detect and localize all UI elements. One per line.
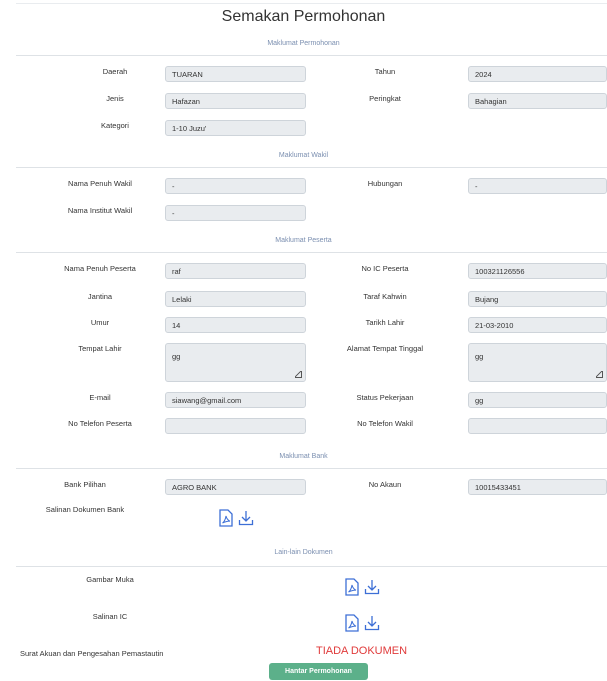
ic-peserta-field[interactable]: 100321126556: [468, 263, 607, 279]
section-title-peserta: Maklumat Peserta: [275, 237, 332, 244]
status-pekerjaan-label: Status Pekerjaan: [356, 393, 414, 402]
institut-wakil-field[interactable]: -: [165, 205, 306, 221]
nama-wakil-label: Nama Penuh Wakil: [68, 179, 132, 188]
pdf-file-icon[interactable]: [344, 578, 360, 596]
status-pekerjaan-field[interactable]: gg: [468, 392, 607, 408]
section-divider: [16, 566, 607, 567]
pdf-file-icon[interactable]: [344, 614, 360, 632]
pdf-file-icon[interactable]: [218, 509, 234, 527]
ic-peserta-label: No IC Peserta: [361, 264, 409, 273]
jantina-field[interactable]: Lelaki: [165, 291, 306, 307]
institut-wakil-label: Nama Institut Wakil: [67, 206, 133, 215]
bank-pilihan-field[interactable]: AGRO BANK: [165, 479, 306, 495]
tiada-dokumen-status: TIADA DOKUMEN: [316, 645, 408, 657]
peringkat-field[interactable]: Bahagian: [468, 93, 607, 109]
section-title-wakil: Maklumat Wakil: [278, 152, 329, 159]
peringkat-label: Peringkat: [369, 94, 401, 103]
gambar-muka-actions: [344, 578, 380, 596]
nama-wakil-field[interactable]: -: [165, 178, 306, 194]
section-title-bank: Maklumat Bank: [279, 453, 328, 460]
page-title: Semakan Permohonan: [221, 8, 386, 25]
kategori-field[interactable]: 1-10 Juzu': [165, 120, 306, 136]
umur-field[interactable]: 14: [165, 317, 306, 333]
section-divider: [16, 55, 607, 56]
jantina-label: Jantina: [87, 292, 113, 301]
gambar-muka-label: Gambar Muka: [86, 575, 134, 584]
telefon-peserta-field[interactable]: [165, 418, 306, 434]
nama-peserta-label: Nama Penuh Peserta: [64, 264, 136, 273]
umur-label: Umur: [90, 318, 110, 327]
jenis-label: Jenis: [106, 94, 124, 103]
salinan-ic-label: Salinan IC: [92, 612, 128, 621]
no-akaun-field[interactable]: 10015433451: [468, 479, 607, 495]
email-field[interactable]: siawang@gmail.com: [165, 392, 306, 408]
salinan-ic-actions: [344, 614, 380, 632]
tarikh-lahir-field[interactable]: 21-03-2010: [468, 317, 607, 333]
hubungan-field[interactable]: -: [468, 178, 607, 194]
section-title-permohonan: Maklumat Permohonan: [267, 40, 340, 47]
telefon-wakil-label: No Telefon Wakil: [357, 419, 413, 428]
taraf-kahwin-field[interactable]: Bujang: [468, 291, 607, 307]
tahun-field[interactable]: 2024: [468, 66, 607, 82]
download-icon[interactable]: [364, 614, 380, 632]
daerah-field[interactable]: TUARAN: [165, 66, 306, 82]
telefon-wakil-field[interactable]: [468, 418, 607, 434]
top-divider: [16, 3, 607, 4]
salinan-bank-label: Salinan Dokumen Bank: [45, 505, 125, 514]
tahun-label: Tahun: [374, 67, 396, 76]
section-divider: [16, 167, 607, 168]
tempat-lahir-textarea[interactable]: gg: [165, 343, 306, 382]
telefon-peserta-label: No Telefon Peserta: [68, 419, 132, 428]
download-icon[interactable]: [238, 509, 254, 527]
email-label: E-mail: [89, 393, 111, 402]
download-icon[interactable]: [364, 578, 380, 596]
daerah-label: Daerah: [102, 67, 128, 76]
kategori-label: Kategori: [101, 121, 129, 130]
hubungan-label: Hubungan: [367, 179, 403, 188]
bank-document-actions: [218, 509, 254, 527]
taraf-kahwin-label: Taraf Kahwin: [363, 292, 407, 301]
surat-akuan-label: Surat Akuan dan Pengesahan Pemastautin: [20, 649, 164, 658]
tarikh-lahir-label: Tarikh Lahir: [365, 318, 405, 327]
section-divider: [16, 252, 607, 253]
jenis-field[interactable]: Hafazan: [165, 93, 306, 109]
hantar-permohonan-button[interactable]: Hantar Permohonan: [269, 663, 368, 680]
bank-pilihan-label: Bank Pilihan: [64, 480, 106, 489]
alamat-label: Alamat Tempat Tinggal: [346, 344, 424, 353]
alamat-textarea[interactable]: gg: [468, 343, 607, 382]
section-divider: [16, 468, 607, 469]
no-akaun-label: No Akaun: [368, 480, 402, 489]
section-title-dokumen: Lain-lain Dokumen: [274, 549, 333, 556]
nama-peserta-field[interactable]: raf: [165, 263, 306, 279]
tempat-lahir-label: Tempat Lahir: [78, 344, 122, 353]
